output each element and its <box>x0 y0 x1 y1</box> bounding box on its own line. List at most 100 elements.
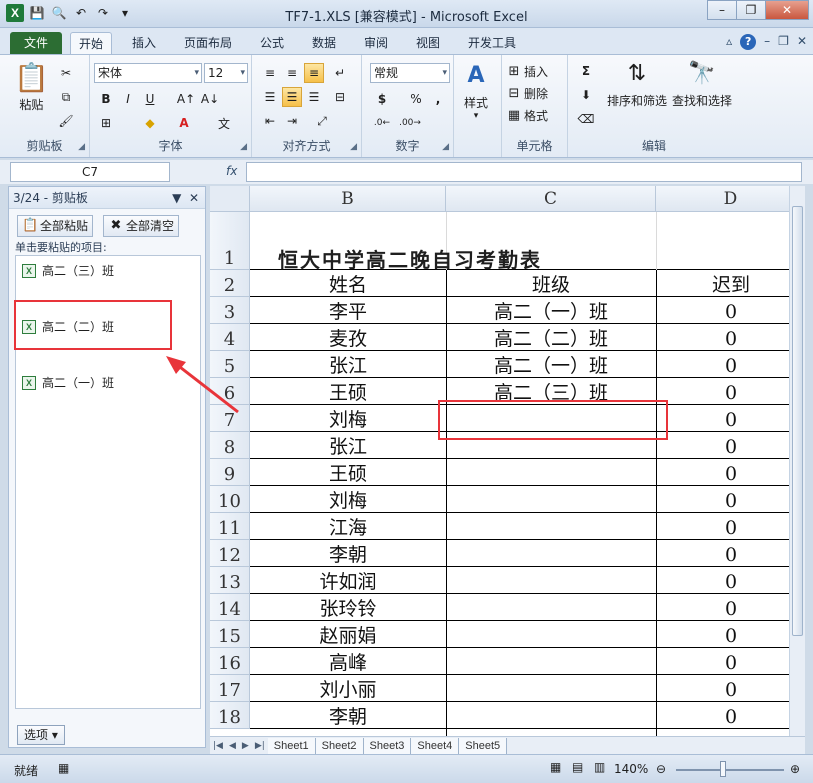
tab-formulas[interactable]: 公式 <box>252 32 292 54</box>
data-cell[interactable]: 张玲铃 <box>250 594 446 621</box>
borders-icon[interactable]: ⊞ <box>96 113 116 133</box>
prev-sheet-icon[interactable]: ◀ <box>226 741 239 751</box>
font-name-combo[interactable]: 宋体 ▾ <box>94 63 202 83</box>
column-header-c[interactable]: C <box>446 186 656 212</box>
sheet-title[interactable]: 恒大中学高二晚自习考勤表 <box>278 244 542 273</box>
data-cell[interactable] <box>446 513 656 540</box>
data-cell[interactable]: 高二（一）班 <box>446 351 656 378</box>
data-cell[interactable]: 0 <box>656 702 805 729</box>
row-header[interactable]: 1 <box>210 212 250 270</box>
data-cell[interactable]: 0 <box>656 351 805 378</box>
tab-file[interactable]: 文件 <box>10 32 62 54</box>
increase-indent-icon[interactable]: ⇥ <box>282 111 302 131</box>
tab-developer[interactable]: 开发工具 <box>460 32 524 54</box>
select-all-corner[interactable] <box>210 186 250 212</box>
wrap-text-icon[interactable]: ↵ <box>330 63 350 83</box>
data-cell[interactable]: 0 <box>656 567 805 594</box>
collapse-ribbon-icon[interactable]: ▵ <box>726 34 732 50</box>
tab-view[interactable]: 视图 <box>408 32 448 54</box>
sheet-tab-sheet1[interactable]: Sheet1 <box>267 737 316 754</box>
name-box[interactable]: C7 <box>10 162 170 182</box>
sheet-tab-sheet3[interactable]: Sheet3 <box>363 737 412 754</box>
data-cell[interactable]: 0 <box>656 513 805 540</box>
data-cell[interactable]: 0 <box>656 432 805 459</box>
data-cell[interactable]: 江海 <box>250 513 446 540</box>
decrease-font-icon[interactable]: A↓ <box>200 89 220 109</box>
italic-button[interactable]: I <box>118 89 138 109</box>
data-cell[interactable]: 张江 <box>250 432 446 459</box>
data-cell[interactable]: 王硕 <box>250 378 446 405</box>
increase-font-icon[interactable]: A↑ <box>176 89 196 109</box>
sheet-tab-sheet5[interactable]: Sheet5 <box>459 737 508 754</box>
vertical-scrollbar[interactable] <box>789 186 805 736</box>
row-header[interactable]: 13 <box>210 567 250 594</box>
bold-button[interactable]: B <box>96 89 116 109</box>
font-size-combo[interactable]: 12 ▾ <box>204 63 248 83</box>
row-header[interactable]: 5 <box>210 351 250 378</box>
sheet-tab-sheet2[interactable]: Sheet2 <box>315 737 364 754</box>
merge-center-icon[interactable]: ⊟ <box>330 87 350 107</box>
align-bottom-icon[interactable]: ≡ <box>304 63 324 83</box>
align-center-icon[interactable]: ☰ <box>282 87 302 107</box>
page-layout-view-icon[interactable]: ▤ <box>572 760 583 774</box>
data-cell[interactable]: 0 <box>656 324 805 351</box>
row-header[interactable]: 12 <box>210 540 250 567</box>
close-button[interactable]: ✕ <box>765 0 809 20</box>
data-cell[interactable]: 0 <box>656 297 805 324</box>
data-cell[interactable]: 0 <box>656 621 805 648</box>
font-launcher-icon[interactable]: ◢ <box>240 142 247 152</box>
zoom-out-icon[interactable]: ⊖ <box>656 762 666 776</box>
tab-home[interactable]: 开始 <box>70 32 113 54</box>
row-header[interactable]: 17 <box>210 675 250 702</box>
close-workbook-icon[interactable]: ✕ <box>797 34 807 50</box>
zoom-level[interactable]: 140% <box>614 762 648 776</box>
macro-record-icon[interactable]: ▦ <box>58 761 69 775</box>
worksheet-grid[interactable]: B C D 1 2 姓名 班级 迟到 3 李平 高二（一）班 0 4 麦孜 高二（二）班 0 5 张江 高二（… <box>210 186 805 736</box>
data-cell[interactable]: 麦孜 <box>250 324 446 351</box>
restore-workbook-icon[interactable]: ❐ <box>778 34 789 50</box>
formula-input[interactable] <box>246 162 802 182</box>
data-cell[interactable]: 0 <box>656 540 805 567</box>
clear-all-button[interactable]: ✖ 全部清空 <box>103 215 180 237</box>
row-header[interactable]: 10 <box>210 486 250 513</box>
minimize-workbook-icon[interactable]: – <box>764 34 770 50</box>
row-header[interactable]: 7 <box>210 405 250 432</box>
increase-decimal-icon[interactable]: .0← <box>372 113 392 133</box>
restore-button[interactable]: ❐ <box>736 0 766 20</box>
row-header[interactable]: 6 <box>210 378 250 405</box>
paste-all-button[interactable]: 📋 全部粘贴 <box>17 215 94 237</box>
tab-page-layout[interactable]: 页面布局 <box>176 32 240 54</box>
data-cell[interactable] <box>446 486 656 513</box>
row-header[interactable]: 2 <box>210 270 250 297</box>
tab-insert[interactable]: 插入 <box>124 32 164 54</box>
delete-cells-button[interactable]: ⊟ 删除 <box>506 85 548 102</box>
header-cell[interactable]: 迟到 <box>656 270 805 297</box>
data-cell[interactable]: 高二（一）班 <box>446 297 656 324</box>
find-select-button[interactable]: 🔭 查找和选择 <box>670 61 734 109</box>
first-sheet-icon[interactable]: |◀ <box>210 741 226 751</box>
zoom-slider[interactable] <box>676 769 784 771</box>
data-cell[interactable]: 刘小丽 <box>250 675 446 702</box>
row-header[interactable]: 18 <box>210 702 250 729</box>
data-cell[interactable] <box>446 675 656 702</box>
decrease-indent-icon[interactable]: ⇤ <box>260 111 280 131</box>
data-cell[interactable]: 高峰 <box>250 648 446 675</box>
underline-button[interactable]: U <box>140 89 160 109</box>
data-cell[interactable]: 0 <box>656 378 805 405</box>
normal-view-icon[interactable]: ▦ <box>550 760 561 774</box>
data-cell[interactable]: 0 <box>656 675 805 702</box>
number-launcher-icon[interactable]: ◢ <box>442 142 449 152</box>
format-painter-icon[interactable]: 🖌 <box>56 111 76 131</box>
paste-button[interactable]: 📋 粘贴 <box>14 61 49 113</box>
data-cell[interactable]: 李朝 <box>250 702 446 729</box>
data-cell[interactable] <box>446 594 656 621</box>
phonetic-icon[interactable]: 文 <box>214 113 234 133</box>
tab-data[interactable]: 数据 <box>304 32 344 54</box>
options-button[interactable]: 选项 ▾ <box>17 725 65 745</box>
zoom-slider-thumb[interactable] <box>720 761 726 777</box>
header-cell[interactable]: 班级 <box>446 270 656 297</box>
row-header[interactable]: 15 <box>210 621 250 648</box>
tab-review[interactable]: 审阅 <box>356 32 396 54</box>
number-format-combo[interactable]: 常规 ▾ <box>370 63 450 83</box>
last-sheet-icon[interactable]: ▶| <box>252 741 268 751</box>
